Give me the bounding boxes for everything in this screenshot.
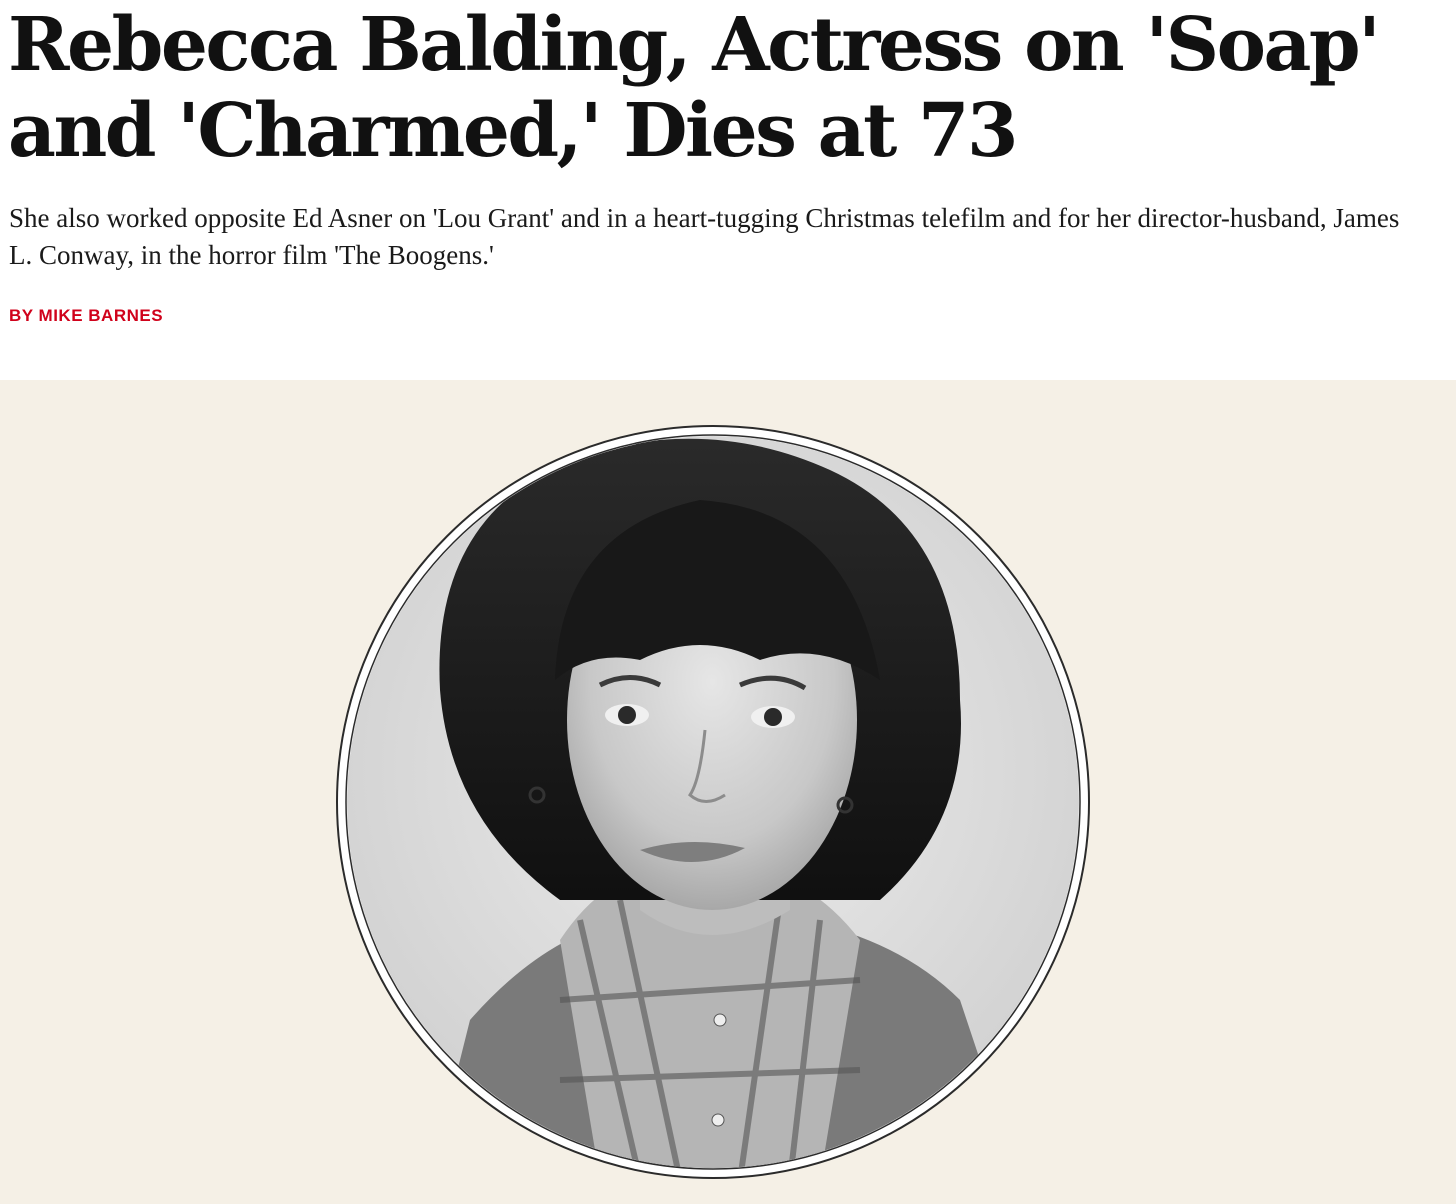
hero-image-section [0,380,1456,1204]
byline-prefix: BY [9,306,34,325]
author-link[interactable]: MIKE BARNES [39,306,164,325]
article-header: Rebecca Balding, Actress on 'Soap' and '… [0,0,1456,380]
article-headline: Rebecca Balding, Actress on 'Soap' and '… [8,2,1381,174]
article-page: Rebecca Balding, Actress on 'Soap' and '… [0,0,1456,1204]
article-byline: BY MIKE BARNES [9,306,163,326]
portrait-photo-icon [336,425,1090,1179]
article-dek: She also worked opposite Ed Asner on 'Lo… [9,203,1400,270]
